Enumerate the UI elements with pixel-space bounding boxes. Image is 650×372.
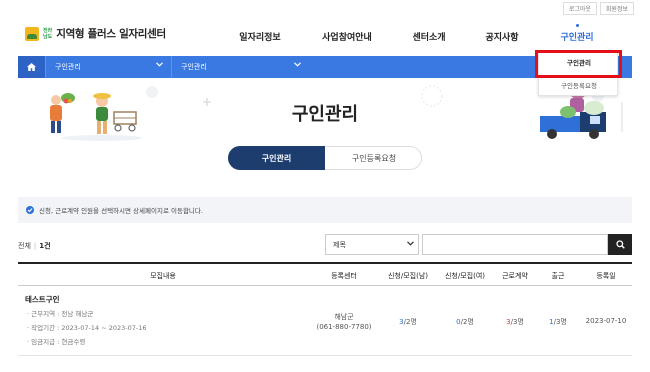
- search-input[interactable]: [422, 234, 608, 255]
- location-select-1[interactable]: 구인관리: [45, 56, 171, 78]
- th-center: 등록센터: [331, 272, 357, 280]
- row-area: · 근무지역 : 전남 해남군: [27, 310, 94, 318]
- member-info-link[interactable]: 회원정보: [599, 2, 634, 15]
- location-select-1-label: 구인관리: [55, 63, 81, 71]
- row-pay: · 임금지급 : 현금수령: [27, 338, 86, 346]
- page-title: 구인관리: [291, 104, 359, 125]
- nav-recruit-management[interactable]: 구인관리: [560, 30, 593, 43]
- logout-link[interactable]: 로그아웃: [562, 2, 597, 15]
- logo-sub-1: 전라: [43, 27, 53, 34]
- search-icon: [615, 240, 625, 249]
- search-type-select[interactable]: 제목: [325, 234, 419, 255]
- table-row[interactable]: 테스트구인 · 근무지역 : 전남 해남군 · 작업기간 : 2023-07-1…: [18, 286, 632, 356]
- total-label: 전체: [18, 242, 31, 250]
- th-contract: 근로계약: [502, 272, 528, 280]
- chevron-down-icon: [407, 241, 414, 246]
- row-male[interactable]: 3/2명: [399, 317, 417, 327]
- male-total: /2명: [403, 318, 417, 326]
- row-contract[interactable]: 3/3명: [506, 317, 524, 327]
- tab-recruit-request[interactable]: 구인등록요청: [326, 146, 422, 170]
- row-phone: (061-880-7780): [316, 323, 372, 331]
- info-notice: 신청, 근로계약 인원을 선택하시면 상세페이지로 이동합니다.: [18, 197, 632, 223]
- chevron-down-icon: [294, 62, 301, 67]
- logo-text: 지역형 플러스 일자리센터: [56, 28, 166, 40]
- site-logo[interactable]: 전라 남도 지역형 플러스 일자리센터: [25, 26, 166, 41]
- row-center: 해남군: [334, 313, 354, 321]
- table-header: 모집내용 등록센터 신청/모집(남) 신청/모집(여) 근로계약 출근 등록일: [18, 262, 632, 286]
- row-period: · 작업기간 : 2023-07-14 ~ 2023-07-16: [27, 324, 147, 332]
- contract-total: /3명: [510, 318, 524, 326]
- active-indicator-dot: [576, 24, 579, 27]
- th-male: 신청/모집(남): [387, 272, 429, 280]
- chevron-down-icon: [156, 62, 163, 67]
- total-value: 1건: [39, 242, 51, 250]
- logo-icon: [25, 26, 39, 41]
- attend-total: /3명: [553, 318, 567, 326]
- female-total: /2명: [460, 318, 474, 326]
- logo-sub: 전라 남도: [43, 28, 52, 40]
- row-female[interactable]: 0/2명: [456, 317, 474, 327]
- nav-participation-guide[interactable]: 사업참여안내: [322, 30, 372, 43]
- utility-links: 로그아웃 회원정보: [562, 2, 634, 15]
- row-title[interactable]: 테스트구인: [25, 294, 60, 305]
- tab-recruit-management[interactable]: 구인관리: [228, 146, 325, 170]
- logo-sub-2: 남도: [43, 33, 53, 40]
- nav-notice[interactable]: 공지사항: [485, 30, 518, 43]
- nav-center-intro[interactable]: 센터소개: [412, 30, 445, 43]
- location-select-2[interactable]: 구인관리: [171, 56, 309, 78]
- check-circle-icon: [26, 206, 34, 214]
- th-content: 모집내용: [150, 272, 176, 280]
- row-attend[interactable]: 1/3명: [549, 317, 567, 327]
- info-text: 신청, 근로계약 인원을 선택하시면 상세페이지로 이동합니다.: [39, 207, 203, 215]
- home-icon: [27, 63, 36, 71]
- location-select-2-label: 구인관리: [181, 63, 207, 71]
- search-type-value: 제목: [333, 240, 346, 249]
- row-date: 2023-07-10: [585, 317, 627, 325]
- page-tabs: 구인관리 구인등록요청: [228, 146, 422, 170]
- highlight-box: [535, 50, 622, 78]
- th-female: 신청/모집(여): [444, 272, 486, 280]
- th-date: 등록일: [596, 272, 616, 280]
- th-attend: 출근: [551, 272, 565, 280]
- search-button[interactable]: [608, 234, 632, 255]
- home-button[interactable]: [18, 56, 45, 78]
- nav-job-info[interactable]: 일자리정보: [239, 30, 280, 43]
- total-count: 전체 | 1건: [18, 242, 51, 250]
- dropdown-item-recruit-request[interactable]: 구인등록요청: [539, 80, 619, 90]
